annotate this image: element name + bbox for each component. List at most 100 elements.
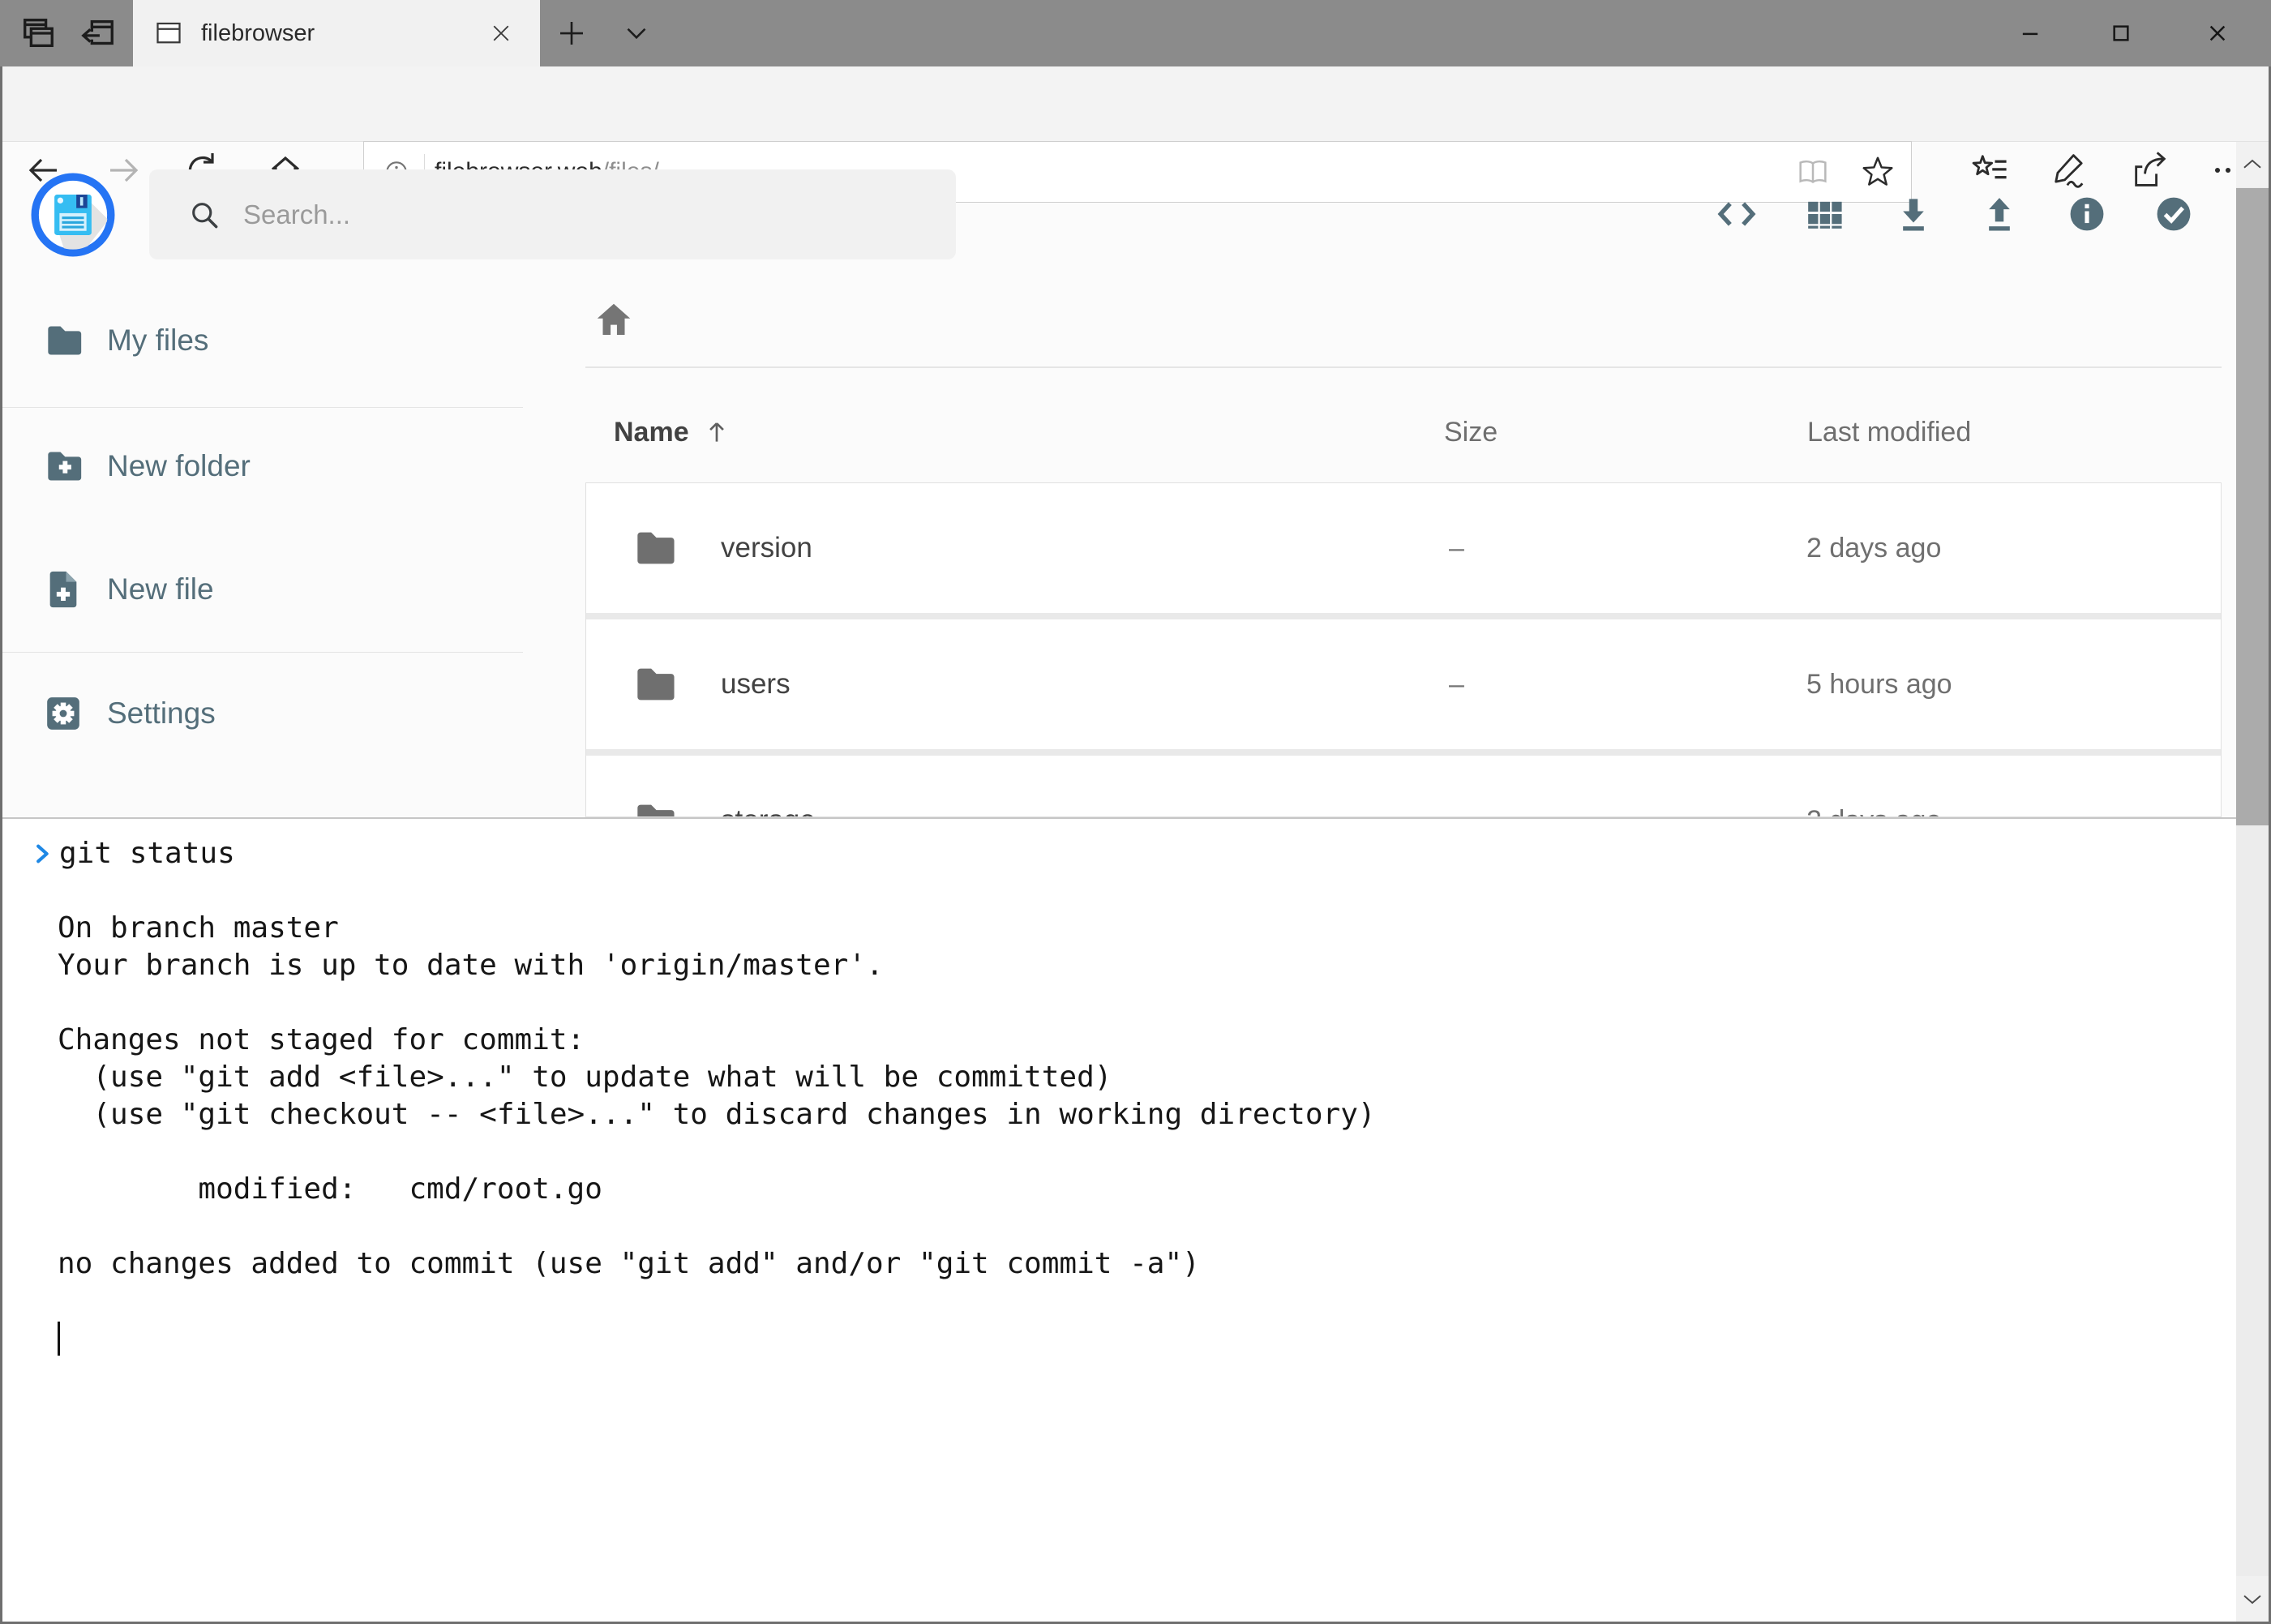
hub-star-list-icon — [1969, 149, 2011, 191]
settings-gear-icon — [41, 691, 86, 736]
reading-view-icon[interactable] — [1794, 153, 1832, 191]
file-listing: version – 2 days ago users – 5 hours ago… — [585, 482, 2222, 817]
breadcrumb-home-button[interactable] — [592, 298, 637, 344]
sidebar-item-new-file[interactable]: New file — [0, 551, 523, 628]
file-row-users[interactable]: users – 5 hours ago — [586, 619, 2221, 749]
column-header-modified[interactable]: Last modified — [1807, 417, 2222, 448]
code-brackets-icon — [1714, 191, 1759, 237]
column-header-name-label: Name — [614, 417, 689, 448]
grid-view-button[interactable] — [1802, 191, 1847, 237]
sidebar-item-label: New file — [107, 572, 214, 606]
minimize-icon — [2014, 17, 2046, 49]
new-file-icon — [41, 567, 86, 612]
upload-icon — [1977, 191, 2022, 237]
module-grid-icon — [1802, 191, 1847, 237]
chevron-down-icon — [2240, 1587, 2265, 1611]
download-button[interactable] — [1891, 191, 1936, 237]
terminal-output-line: modified: cmd/root.go — [2, 1171, 2236, 1208]
info-button[interactable] — [2064, 191, 2110, 237]
search-input[interactable] — [242, 199, 893, 231]
column-header-size[interactable]: Size — [1444, 417, 1807, 448]
terminal-output-line: Changes not staged for commit: — [2, 1022, 2236, 1059]
new-tab-icon — [555, 16, 589, 50]
download-icon — [1891, 191, 1936, 237]
tab-close-icon — [489, 21, 513, 45]
tab-preview-icon — [19, 15, 57, 52]
tab-title: filebrowser — [201, 20, 315, 47]
select-mode-button[interactable] — [2151, 191, 2196, 237]
browser-window: filebrowser — [0, 0, 2271, 1624]
sidebar-divider — [0, 407, 523, 408]
sidebar-item-label: New folder — [107, 449, 251, 483]
file-size: – — [1449, 533, 1806, 564]
sidebar-item-settings[interactable]: Settings — [0, 675, 523, 752]
terminal-output-line: On branch master — [2, 910, 2236, 947]
chevron-up-icon — [2240, 152, 2265, 177]
share-button[interactable] — [2129, 149, 2168, 188]
maximize-icon — [2105, 17, 2137, 49]
file-row-version[interactable]: version – 2 days ago — [586, 483, 2221, 613]
tab-close-button[interactable] — [483, 15, 519, 51]
maximize-button[interactable] — [2076, 0, 2166, 66]
breadcrumb-divider — [585, 366, 2222, 368]
file-size: – — [1449, 669, 1806, 701]
sidebar-item-my-files[interactable]: My files — [0, 302, 523, 379]
file-name: version — [721, 532, 1449, 564]
set-tabs-aside-button[interactable] — [75, 0, 122, 66]
check-circle-icon — [2151, 191, 2196, 237]
terminal-output-line: no changes added to commit (use "git add… — [2, 1245, 2236, 1283]
favorite-star-icon[interactable] — [1859, 153, 1896, 191]
app-logo[interactable] — [31, 173, 115, 261]
search-bar[interactable] — [149, 169, 956, 259]
close-icon — [2201, 17, 2234, 49]
terminal-output-line: (use "git add <file>..." to update what … — [2, 1059, 2236, 1096]
file-size: – — [1449, 805, 1806, 818]
tab-list-button[interactable] — [613, 0, 660, 66]
column-header-name[interactable]: Name — [614, 416, 1444, 448]
chevron-down-icon — [619, 16, 653, 50]
tab-filebrowser[interactable]: filebrowser — [133, 0, 540, 66]
web-note-button[interactable] — [2048, 149, 2087, 188]
new-tab-button[interactable] — [548, 0, 595, 66]
new-folder-icon — [41, 443, 86, 489]
scroll-up-button[interactable] — [2236, 142, 2269, 187]
upload-button[interactable] — [1977, 191, 2022, 237]
tab-preview-button[interactable] — [15, 0, 62, 66]
listing-header: Name Size Last modified — [585, 404, 2222, 461]
file-row-storage[interactable]: storage – 2 days ago — [586, 756, 2221, 817]
floppy-logo-icon — [31, 173, 115, 257]
titlebar: filebrowser — [0, 0, 2271, 66]
file-modified: 2 days ago — [1806, 805, 2221, 818]
file-name: users — [721, 668, 1449, 701]
folder-icon — [629, 523, 679, 573]
vertical-scrollbar[interactable] — [2236, 142, 2269, 1622]
terminal-output-line: Your branch is up to date with 'origin/m… — [2, 947, 2236, 984]
raw-view-button[interactable] — [1714, 191, 1759, 237]
terminal-output-line — [2, 1133, 2236, 1171]
terminal-output-line — [2, 872, 2236, 910]
terminal-prompt-line: git status — [2, 835, 2236, 872]
hub-favorites-button[interactable] — [1969, 149, 2007, 188]
pen-icon — [2048, 149, 2090, 191]
sidebar-item-label: My files — [107, 324, 208, 358]
scrollbar-thumb[interactable] — [2236, 188, 2269, 825]
sidebar-divider — [0, 652, 523, 653]
close-window-button[interactable] — [2166, 0, 2269, 66]
minimize-button[interactable] — [1985, 0, 2076, 66]
sidebar-item-new-folder[interactable]: New folder — [0, 427, 523, 505]
terminal-output-line — [2, 984, 2236, 1022]
file-modified: 2 days ago — [1806, 533, 2221, 564]
search-icon — [186, 197, 222, 233]
terminal-output-line — [2, 1283, 2236, 1320]
window-border-left — [0, 66, 2, 1624]
info-circle-icon — [2064, 191, 2110, 237]
prompt-chevron-icon — [32, 842, 54, 865]
browser-toolbar: filebrowser.web/files/ — [0, 66, 2271, 142]
sort-ascending-icon — [701, 416, 733, 448]
terminal-command: git status — [59, 835, 235, 872]
scroll-down-button[interactable] — [2236, 1576, 2269, 1622]
terminal-panel[interactable]: git status On branch master Your branch … — [2, 817, 2236, 1622]
terminal-output-line: (use "git checkout -- <file>..." to disc… — [2, 1096, 2236, 1133]
sidebar-item-label: Settings — [107, 696, 216, 731]
tab-favicon-icon — [154, 19, 183, 48]
